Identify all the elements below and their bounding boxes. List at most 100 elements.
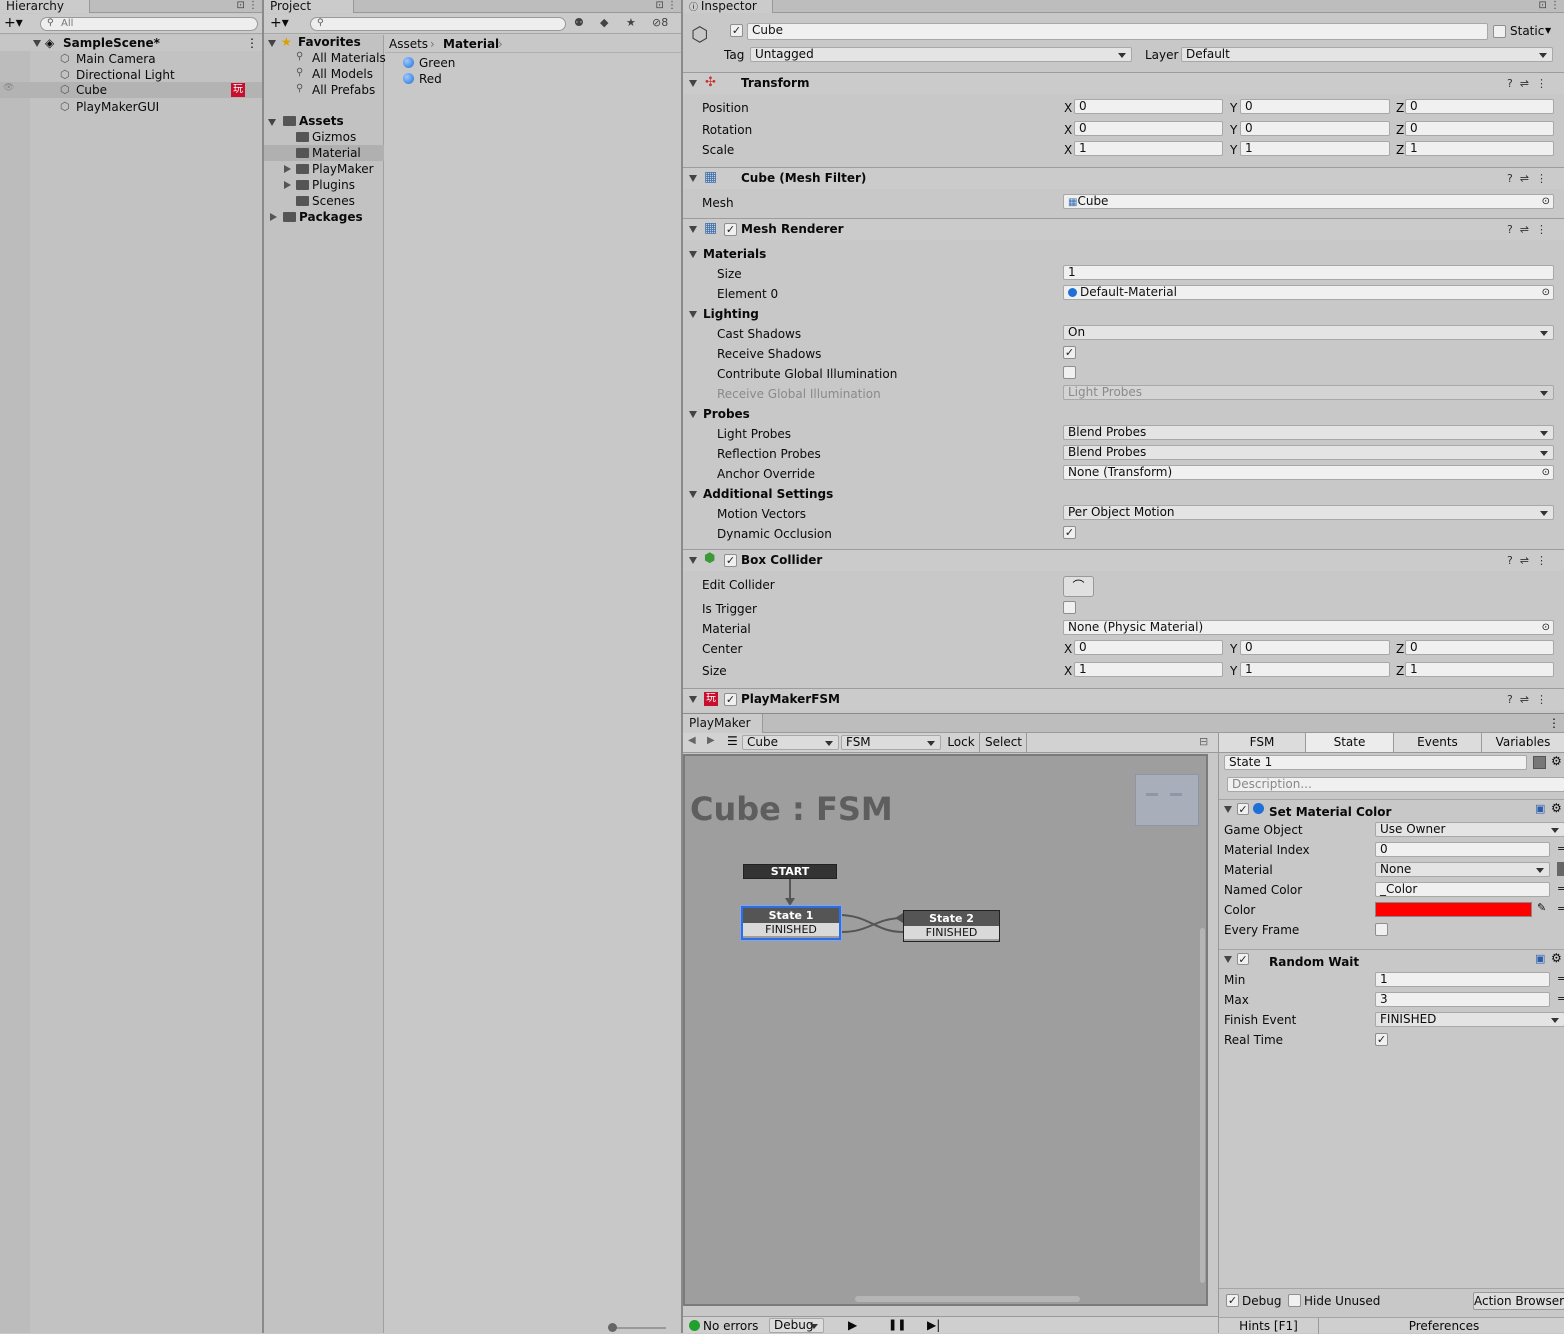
hidden-packages-icon[interactable]: ⊘8 <box>652 16 668 29</box>
expand-arrow-icon[interactable] <box>1224 806 1232 813</box>
visibility-eye-icon[interactable]: 👁 <box>3 83 14 93</box>
hierarchy-item[interactable]: ⬡ Main Camera <box>30 51 262 67</box>
center-y-field[interactable]: 0 <box>1240 640 1390 655</box>
folder-item[interactable]: Gizmos <box>312 130 356 144</box>
component-header-icons[interactable]: ?⇌⋮ <box>1507 223 1554 236</box>
hierarchy-tab[interactable]: Hierarchy <box>0 0 90 13</box>
state-color-swatch[interactable] <box>1533 756 1546 769</box>
enable-checkbox[interactable]: ✓ <box>724 554 737 567</box>
position-x-field[interactable]: 0 <box>1074 99 1223 114</box>
size-x-field[interactable]: 1 <box>1074 662 1223 677</box>
scale-x-field[interactable]: 1 <box>1074 141 1223 156</box>
variable-toggle-icon[interactable]: = <box>1557 882 1564 895</box>
asset-file-item[interactable]: Red <box>419 72 442 86</box>
tab-events[interactable]: Events <box>1394 733 1482 752</box>
create-add-button[interactable]: +▾ <box>270 15 289 31</box>
every-frame-checkbox[interactable] <box>1375 923 1388 936</box>
expand-arrow-icon[interactable] <box>689 557 697 564</box>
object-picker-icon[interactable]: ⊙ <box>1542 286 1550 299</box>
expand-arrow-icon[interactable] <box>689 491 697 498</box>
center-z-field[interactable]: 0 <box>1405 640 1554 655</box>
asset-file-item[interactable]: Green <box>419 56 455 70</box>
variable-toggle-icon[interactable]: = <box>1557 992 1564 1005</box>
material-dropdown[interactable]: None <box>1375 862 1550 877</box>
component-header-icons[interactable]: ?⇌⋮ <box>1507 554 1554 567</box>
hierarchy-item[interactable]: ⬡ PlayMakerGUI <box>30 99 262 115</box>
debug-checkbox[interactable]: ✓ <box>1226 1294 1239 1307</box>
hierarchy-item[interactable]: ⬡ Directional Light <box>30 67 262 83</box>
panel-menu-icon[interactable]: ⋮ <box>1548 716 1560 730</box>
rotation-x-field[interactable]: 0 <box>1074 121 1223 136</box>
light-probes-dropdown[interactable]: Blend Probes <box>1063 425 1554 440</box>
is-trigger-checkbox[interactable] <box>1063 601 1076 614</box>
expand-arrow-icon[interactable] <box>689 175 697 182</box>
help-book-icon[interactable]: ▣ <box>1535 952 1545 965</box>
enable-checkbox[interactable]: ✓ <box>724 223 737 236</box>
hide-unused-checkbox[interactable] <box>1288 1294 1301 1307</box>
mesh-object-field[interactable]: ▦Cube ⊙ <box>1063 194 1554 209</box>
hierarchy-item-selected[interactable]: 👁 ⬡ Cube 玩 <box>0 82 262 98</box>
project-tab[interactable]: Project <box>264 0 354 13</box>
expand-arrow-icon[interactable] <box>689 226 697 233</box>
anchor-override-field[interactable]: None (Transform) ⊙ <box>1063 465 1554 480</box>
collapse-arrow-icon[interactable] <box>284 165 291 173</box>
fsm-select-dropdown[interactable]: FSM <box>841 735 941 750</box>
variable-toggle-icon[interactable]: = <box>1557 842 1564 855</box>
finish-event-dropdown[interactable]: FINISHED <box>1375 1012 1564 1027</box>
position-z-field[interactable]: 0 <box>1405 99 1554 114</box>
size-y-field[interactable]: 1 <box>1240 662 1390 677</box>
object-name-field[interactable]: Cube <box>747 23 1488 40</box>
object-picker-icon[interactable]: ⊙ <box>1542 466 1550 479</box>
description-field[interactable]: Description... <box>1227 777 1564 792</box>
eyedropper-icon[interactable]: ✎ <box>1537 901 1546 914</box>
panel-menu-icon[interactable]: ⊡ ⋮ <box>236 0 258 11</box>
state-name-field[interactable]: State 1 <box>1224 755 1527 770</box>
element0-object-field[interactable]: Default-Material ⊙ <box>1063 285 1554 300</box>
debug-mode-dropdown[interactable]: Debug <box>769 1318 824 1333</box>
expand-arrow-icon[interactable] <box>689 251 697 258</box>
playmaker-badge-icon[interactable]: 玩 <box>231 83 245 97</box>
scene-row[interactable]: ◈ SampleScene* ⋮ <box>0 35 262 51</box>
materials-size-field[interactable]: 1 <box>1063 265 1554 280</box>
expand-arrow-icon[interactable] <box>268 40 276 47</box>
edit-collider-button[interactable]: ⌒ <box>1063 576 1094 597</box>
gear-icon[interactable]: ⚙ <box>1551 801 1562 815</box>
box-collider-header[interactable]: ⬢ ✓ Box Collider ?⇌⋮ <box>683 549 1564 571</box>
project-search-input[interactable]: ⚲ <box>310 17 566 31</box>
scene-menu-icon[interactable]: ⋮ <box>246 36 258 50</box>
state-event[interactable]: FINISHED <box>743 923 839 936</box>
game-object-dropdown[interactable]: Use Owner <box>1375 822 1564 837</box>
panel-menu-icon[interactable]: ⊡ ⋮ <box>1538 0 1560 11</box>
pause-icon[interactable]: ❚❚ <box>888 1318 906 1331</box>
slider-handle[interactable] <box>608 1323 617 1332</box>
tab-fsm[interactable]: FSM <box>1219 733 1306 752</box>
create-add-button[interactable]: +▾ <box>4 15 23 31</box>
component-header-icons[interactable]: ?⇌⋮ <box>1507 693 1554 706</box>
panel-menu-icon[interactable]: ⊡ ⋮ <box>655 0 677 11</box>
favorite-star-icon[interactable]: ★ <box>626 16 636 29</box>
component-header-icons[interactable]: ?⇌⋮ <box>1507 77 1554 90</box>
playmaker-fsm-header[interactable]: 玩 ✓ PlayMakerFSM ?⇌⋮ <box>683 688 1564 710</box>
forward-arrow-icon[interactable]: ▶ <box>707 735 715 746</box>
collapse-arrow-icon[interactable] <box>270 213 277 221</box>
back-arrow-icon[interactable]: ◀ <box>688 735 696 746</box>
gameobject-cube-icon[interactable]: ⬡ <box>691 22 708 46</box>
folder-item-selected[interactable]: Material <box>264 145 384 161</box>
mesh-renderer-header[interactable]: ▦ ✓ Mesh Renderer ?⇌⋮ <box>683 218 1564 240</box>
chevron-down-icon[interactable]: ▼ <box>1545 26 1551 35</box>
collapse-arrow-icon[interactable] <box>284 181 291 189</box>
action-browser-button[interactable]: Action Browser <box>1473 1292 1564 1310</box>
layer-dropdown[interactable]: Default <box>1181 47 1553 62</box>
inspector-tab[interactable]: ⓘ Inspector <box>683 0 773 13</box>
state-node-selected[interactable]: State 1 FINISHED <box>741 906 841 940</box>
color-field[interactable] <box>1375 902 1532 917</box>
expand-arrow-icon[interactable] <box>689 311 697 318</box>
expand-arrow-icon[interactable] <box>268 119 276 126</box>
step-icon[interactable]: ▶| <box>927 1318 940 1332</box>
gear-icon[interactable]: ⚙ <box>1551 754 1562 768</box>
variable-toggle-icon[interactable]: = <box>1557 902 1564 915</box>
min-field[interactable]: 1 <box>1375 972 1550 987</box>
expand-arrow-icon[interactable] <box>689 80 697 87</box>
folder-item[interactable]: PlayMaker <box>312 162 374 176</box>
state-node[interactable]: State 2 FINISHED <box>903 910 1000 942</box>
